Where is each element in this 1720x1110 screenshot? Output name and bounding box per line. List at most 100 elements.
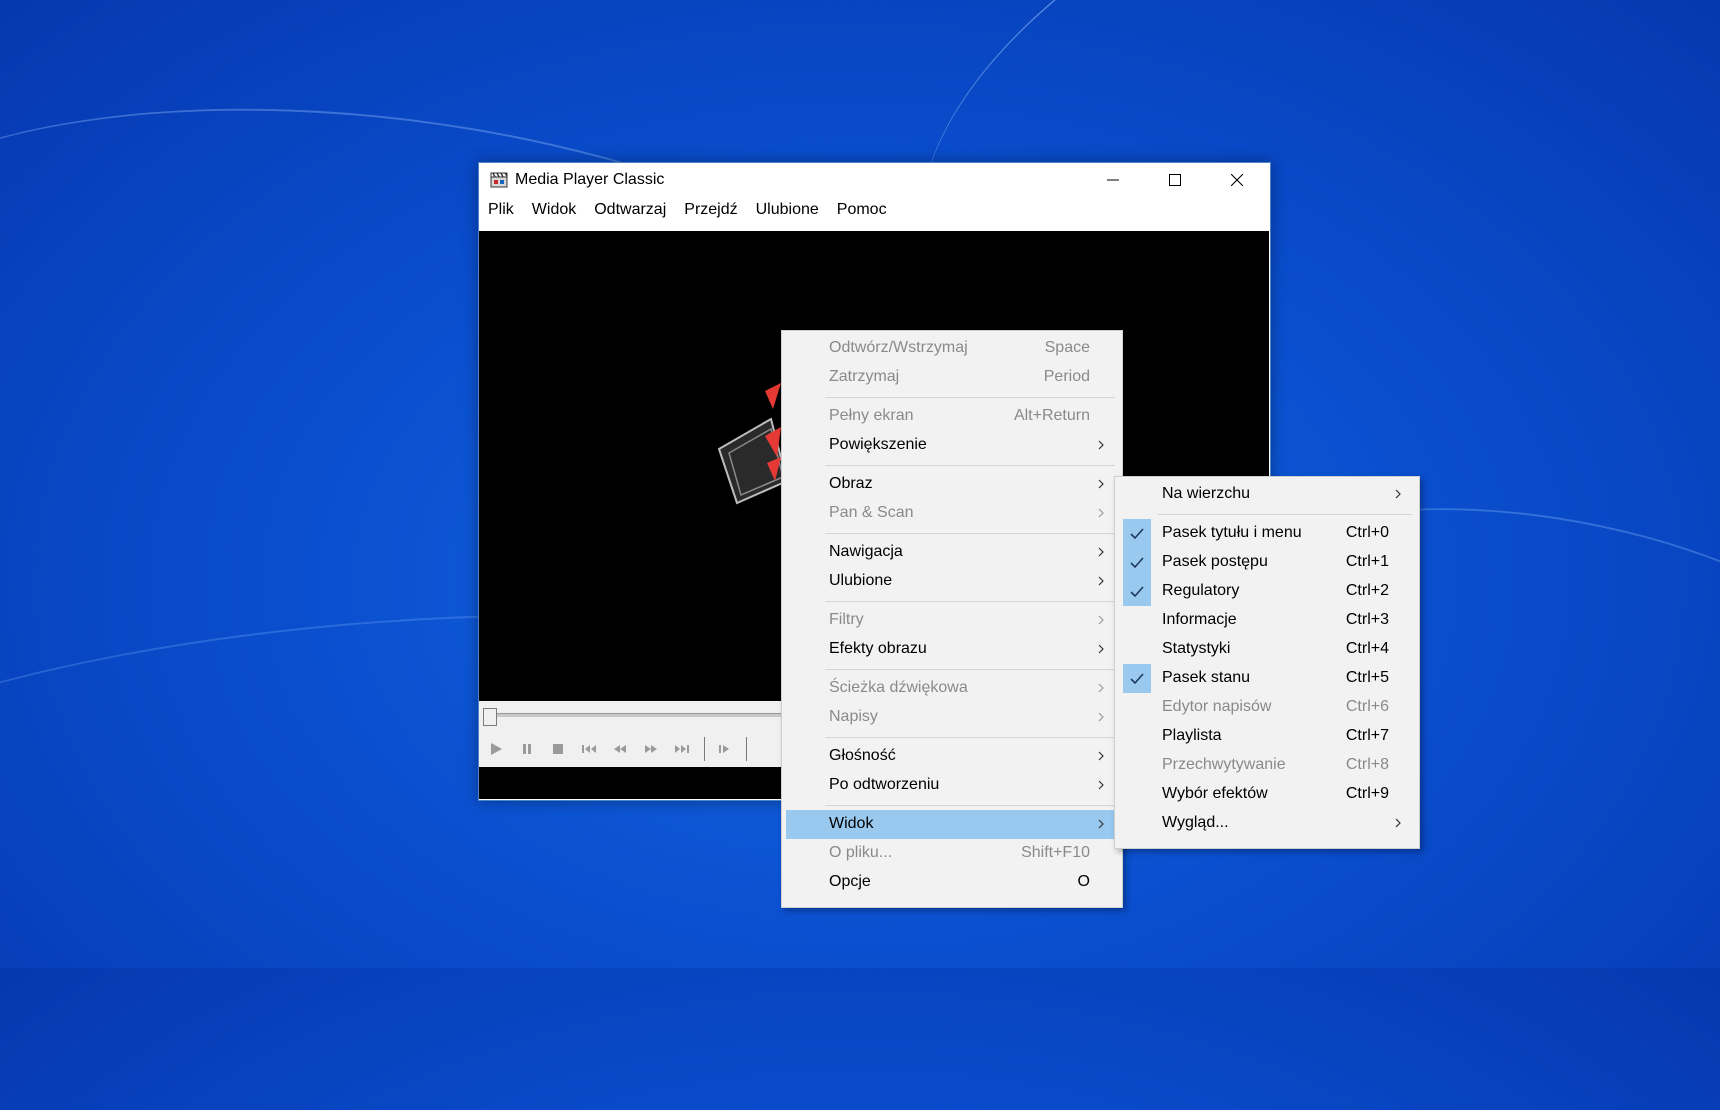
menu-item-file-info[interactable]: O pliku... Shift+F10	[786, 839, 1116, 868]
stop-button[interactable]	[547, 739, 569, 759]
play-button[interactable]	[485, 739, 507, 759]
menu-item-label: Efekty obrazu	[829, 640, 927, 657]
menu-item-information[interactable]: Informacje Ctrl+3	[1119, 606, 1413, 635]
chevron-right-icon	[1098, 547, 1104, 557]
menu-item-on-top[interactable]: Na wierzchu	[1119, 480, 1413, 509]
skip-previous-button[interactable]	[578, 739, 600, 759]
menu-item-options[interactable]: Opcje O	[786, 868, 1116, 897]
menu-separator	[825, 465, 1115, 466]
menu-item-shortcut: Ctrl+0	[1345, 524, 1389, 541]
menu-separator	[1158, 514, 1412, 515]
chevron-right-icon	[1098, 780, 1104, 790]
menu-item-label: Pan & Scan	[829, 504, 914, 521]
frame-step-icon	[719, 745, 729, 753]
menu-item-shortcut: Ctrl+3	[1345, 611, 1389, 628]
menu-item-shortcut: Ctrl+1	[1345, 553, 1389, 570]
chevron-right-icon	[1098, 751, 1104, 761]
menu-separator	[825, 397, 1115, 398]
context-menu: Odtwórz/Wstrzymaj Space Zatrzymaj Period…	[781, 330, 1123, 908]
seek-thumb[interactable]	[483, 708, 497, 726]
menu-item-shortcut: Ctrl+9	[1345, 785, 1389, 802]
menu-item-favorites[interactable]: Ulubione	[786, 567, 1116, 596]
chevron-right-icon	[1098, 819, 1104, 829]
chevron-right-icon	[1395, 818, 1401, 828]
menu-item-label: Edytor napisów	[1162, 698, 1272, 715]
menu-item-effect-selection[interactable]: Wybór efektów Ctrl+9	[1119, 780, 1413, 809]
checkmark-icon	[1123, 577, 1151, 606]
menu-item-volume[interactable]: Głośność	[786, 742, 1116, 771]
pause-icon	[523, 744, 531, 754]
menu-item-label: Regulatory	[1162, 582, 1240, 599]
menu-item-image-effects[interactable]: Efekty obrazu	[786, 635, 1116, 664]
chevron-right-icon	[1098, 712, 1104, 722]
menu-item-image[interactable]: Obraz	[786, 470, 1116, 499]
maximize-icon	[1169, 174, 1181, 186]
menu-odtwarzaj[interactable]: Odtwarzaj	[585, 201, 675, 219]
menu-item-shortcut: O	[1077, 873, 1090, 890]
play-icon	[491, 743, 502, 755]
menu-item-filters[interactable]: Filtry	[786, 606, 1116, 635]
menu-item-capture[interactable]: Przechwytywanie Ctrl+8	[1119, 751, 1413, 780]
chevron-right-icon	[1098, 440, 1104, 450]
menu-widok[interactable]: Widok	[523, 201, 585, 219]
menu-item-controls[interactable]: Regulatory Ctrl+2	[1119, 577, 1413, 606]
menu-item-label: Napisy	[829, 708, 878, 725]
menu-item-subtitles[interactable]: Napisy	[786, 703, 1116, 732]
menu-item-appearance[interactable]: Wygląd...	[1119, 809, 1413, 838]
close-icon	[1231, 174, 1243, 186]
menu-item-label: Pełny ekran	[829, 407, 914, 424]
menu-item-audio-track[interactable]: Ścieżka dźwiękowa	[786, 674, 1116, 703]
frame-step-button[interactable]	[713, 739, 735, 759]
film-clapper-icon	[490, 172, 508, 188]
menu-przejdz[interactable]: Przejdź	[675, 201, 746, 219]
close-button[interactable]	[1206, 163, 1268, 197]
menu-item-pan-scan[interactable]: Pan & Scan	[786, 499, 1116, 528]
menu-item-label: Powiększenie	[829, 436, 927, 453]
menu-item-label: Widok	[829, 815, 874, 832]
menu-item-statistics[interactable]: Statystyki Ctrl+4	[1119, 635, 1413, 664]
menu-item-label: Przechwytywanie	[1162, 756, 1286, 773]
menu-item-shortcut: Ctrl+2	[1345, 582, 1389, 599]
menu-item-label: Odtwórz/Wstrzymaj	[829, 339, 968, 356]
minimize-button[interactable]	[1082, 163, 1144, 197]
menu-item-title-menu-bar[interactable]: Pasek tytułu i menu Ctrl+0	[1119, 519, 1413, 548]
menu-item-play-pause[interactable]: Odtwórz/Wstrzymaj Space	[786, 334, 1116, 363]
control-separator	[746, 737, 747, 761]
menu-item-subtitle-editor[interactable]: Edytor napisów Ctrl+6	[1119, 693, 1413, 722]
menu-item-label: Playlista	[1162, 727, 1222, 744]
menu-item-progress-bar[interactable]: Pasek postępu Ctrl+1	[1119, 548, 1413, 577]
menu-item-shortcut: Ctrl+6	[1345, 698, 1389, 715]
checkmark-icon	[1123, 548, 1151, 577]
skip-previous-icon	[582, 745, 596, 753]
rewind-icon	[614, 745, 626, 753]
menu-item-shortcut: Ctrl+8	[1345, 756, 1389, 773]
menu-pomoc[interactable]: Pomoc	[828, 201, 896, 219]
menu-item-playlist[interactable]: Playlista Ctrl+7	[1119, 722, 1413, 751]
menu-item-after-playback[interactable]: Po odtworzeniu	[786, 771, 1116, 800]
menu-item-label: Po odtworzeniu	[829, 776, 940, 793]
maximize-button[interactable]	[1144, 163, 1206, 197]
menu-item-view[interactable]: Widok	[786, 810, 1116, 839]
menu-item-stop[interactable]: Zatrzymaj Period	[786, 363, 1116, 392]
checkmark-icon	[1123, 664, 1151, 693]
menu-ulubione[interactable]: Ulubione	[747, 201, 828, 219]
control-separator	[704, 737, 705, 761]
skip-next-button[interactable]	[671, 739, 693, 759]
menu-item-label: O pliku...	[829, 844, 893, 861]
menu-item-fullscreen[interactable]: Pełny ekran Alt+Return	[786, 402, 1116, 431]
menu-item-label: Ścieżka dźwiękowa	[829, 679, 968, 696]
menu-item-label: Pasek stanu	[1162, 669, 1251, 686]
menu-item-label: Nawigacja	[829, 543, 903, 560]
menu-item-navigation[interactable]: Nawigacja	[786, 538, 1116, 567]
menu-item-shortcut: Alt+Return	[1013, 407, 1090, 424]
menu-item-status-bar[interactable]: Pasek stanu Ctrl+5	[1119, 664, 1413, 693]
menu-item-zoom[interactable]: Powiększenie	[786, 431, 1116, 460]
fast-forward-button[interactable]	[640, 739, 662, 759]
fast-forward-icon	[645, 745, 657, 753]
menu-plik[interactable]: Plik	[479, 201, 523, 219]
menu-item-label: Pasek tytułu i menu	[1162, 524, 1302, 541]
chevron-right-icon	[1098, 576, 1104, 586]
title-bar[interactable]: Media Player Classic	[479, 163, 1270, 197]
rewind-button[interactable]	[609, 739, 631, 759]
pause-button[interactable]	[516, 739, 538, 759]
